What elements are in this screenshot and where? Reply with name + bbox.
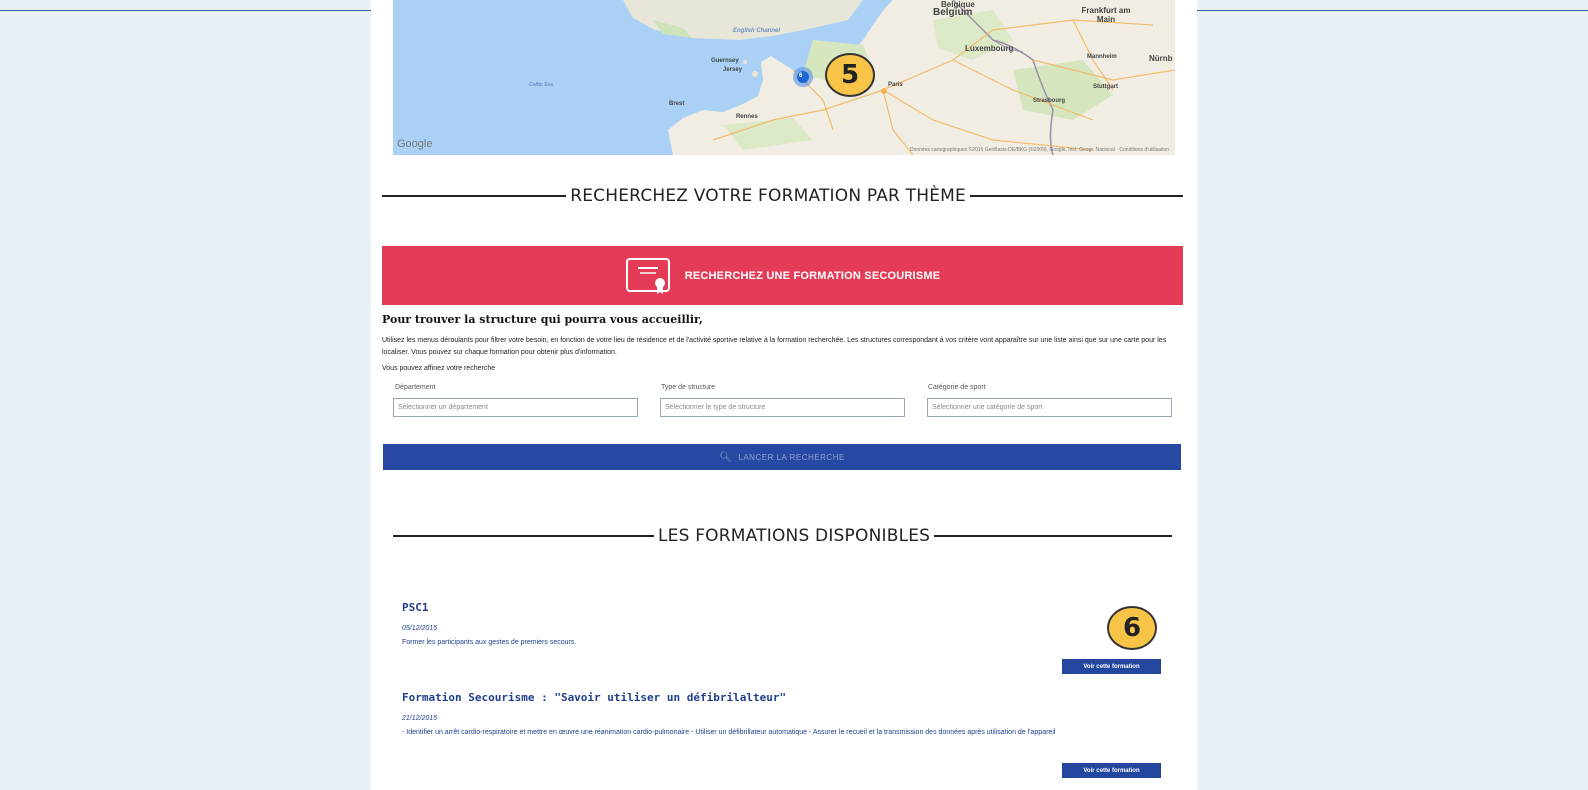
map-label-strasbourg: Strasbourg bbox=[1033, 98, 1066, 104]
heading-rule-right bbox=[970, 195, 1183, 197]
map-label-luxembourg: Luxembourg bbox=[965, 44, 1014, 53]
banner-text-bold: SECOURISME bbox=[864, 269, 941, 282]
heading-rule-left bbox=[382, 195, 567, 197]
formations-section-heading: LES FORMATIONS DISPONIBLES bbox=[393, 526, 1172, 546]
secourisme-banner[interactable]: RECHERCHEZ UNE FORMATION SECOURISME bbox=[382, 246, 1183, 305]
map-label-paris: Paris bbox=[888, 82, 903, 88]
map-label-nurnberg: Nürnb bbox=[1149, 54, 1173, 63]
map-canvas bbox=[393, 0, 1175, 155]
intro-title: Pour trouver la structure qui pourra vou… bbox=[382, 313, 703, 326]
structure-label: Type de structure bbox=[661, 384, 716, 391]
map-label-belgium: Belgium bbox=[933, 7, 973, 18]
structure-select[interactable]: Sélectionner le type de structure bbox=[660, 398, 905, 417]
theme-section-title: RECHERCHEZ VOTRE FORMATION PAR THÈME bbox=[570, 186, 966, 206]
formations-section-title: LES FORMATIONS DISPONIBLES bbox=[658, 526, 931, 546]
map-label-mannheim: Mannheim bbox=[1087, 54, 1117, 60]
intro-hint: Vous pouvez affinez votre recherche bbox=[382, 365, 496, 372]
departement-select[interactable]: Sélectionner un département bbox=[393, 398, 638, 417]
map-label-english-channel: English Channel bbox=[733, 28, 781, 34]
formation-title[interactable]: PSC1 bbox=[402, 601, 429, 614]
page-content: Belgique Belgium Luxembourg Frankfurt am… bbox=[371, 0, 1197, 790]
formation-description: Former les participants aux gestes de pr… bbox=[402, 639, 577, 646]
formation-title[interactable]: Formation Secourisme : "Savoir utiliser … bbox=[402, 691, 786, 704]
map-label-brest: Brest bbox=[669, 101, 685, 107]
map-label-jersey: Jersey bbox=[723, 67, 743, 73]
map-label-celtic-sea: Celtic Sea bbox=[529, 82, 553, 88]
map-cluster-count[interactable]: 6 bbox=[799, 73, 802, 79]
search-icon: 🔍︎ bbox=[719, 451, 733, 463]
sport-select[interactable]: Sélectionner une catégorie de sport bbox=[927, 398, 1172, 417]
banner-text-prefix: RECHERCHEZ UNE FORMATION bbox=[684, 269, 865, 282]
formation-date: 21/12/2015 bbox=[402, 715, 438, 722]
search-button[interactable]: 🔍︎ LANCER LA RECHERCHE bbox=[383, 444, 1181, 470]
map-view[interactable]: Belgique Belgium Luxembourg Frankfurt am… bbox=[393, 0, 1175, 155]
banner-text: RECHERCHEZ UNE FORMATION SECOURISME bbox=[685, 270, 941, 282]
view-formation-button[interactable]: Voir cette formation bbox=[1062, 659, 1161, 674]
theme-section-heading: RECHERCHEZ VOTRE FORMATION PAR THÈME bbox=[382, 186, 1183, 206]
certificate-icon bbox=[625, 257, 670, 294]
heading-rule-left bbox=[393, 535, 654, 537]
departement-label: Département bbox=[395, 384, 436, 391]
search-button-label: LANCER LA RECHERCHE bbox=[738, 452, 845, 462]
intro-body: Utilisez les menus déroulants pour filtr… bbox=[382, 337, 1167, 356]
callout-badge-5: 5 bbox=[825, 53, 875, 97]
map-attribution[interactable]: Données cartographiques ©2015 GeoBasis-D… bbox=[910, 147, 1169, 153]
sport-label: Catégorie de sport bbox=[928, 384, 986, 391]
map-label-stuttgart: Stuttgart bbox=[1093, 84, 1118, 90]
map-label-guernsey: Guernsey bbox=[711, 58, 739, 64]
map-label-rennes: Rennes bbox=[736, 114, 758, 120]
google-logo[interactable]: Google bbox=[397, 138, 432, 150]
formation-description: - Identifier un arrêt cardio-respiratoir… bbox=[402, 729, 1056, 736]
formation-date: 05/12/2015 bbox=[402, 625, 438, 632]
view-formation-button[interactable]: Voir cette formation bbox=[1062, 763, 1161, 778]
callout-badge-6: 6 bbox=[1107, 606, 1157, 650]
map-label-frankfurt: Frankfurt am Main bbox=[1081, 6, 1131, 24]
heading-rule-right bbox=[934, 535, 1172, 537]
